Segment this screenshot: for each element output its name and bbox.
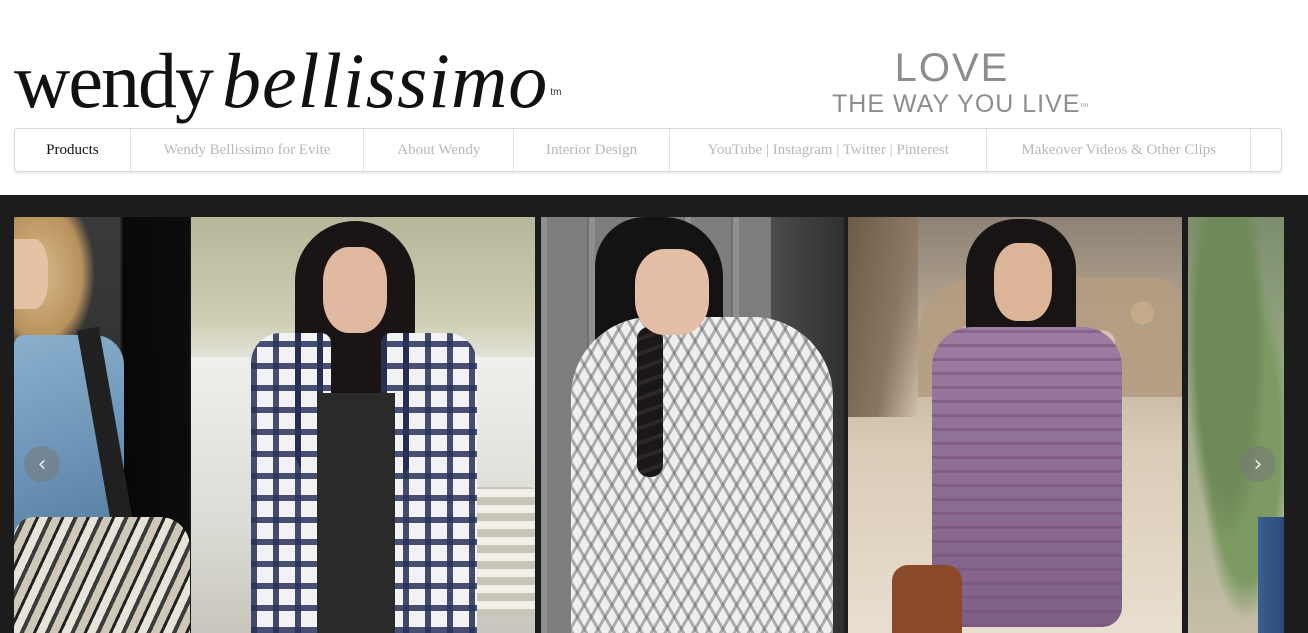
- carousel-slide-4[interactable]: [848, 217, 1182, 633]
- slide-graphic: [381, 333, 477, 633]
- carousel-slide-2[interactable]: [191, 217, 535, 633]
- nav-item-interior-design[interactable]: Interior Design: [514, 129, 670, 171]
- nav-item-makeover-videos[interactable]: Makeover Videos & Other Clips: [987, 129, 1252, 171]
- carousel-prev-button[interactable]: ‹: [24, 446, 60, 482]
- nav-item-evite[interactable]: Wendy Bellissimo for Evite: [131, 129, 365, 171]
- slide-graphic: [635, 249, 709, 335]
- tagline-line-1: LOVE: [894, 46, 1010, 90]
- carousel-slide-5[interactable]: [1188, 217, 1284, 633]
- logo-text-wendy: wendy: [14, 37, 214, 124]
- carousel-slide-3[interactable]: [541, 217, 844, 633]
- slide-graphic: [892, 565, 962, 633]
- slide-graphic: [637, 327, 663, 477]
- slide-graphic: [323, 247, 387, 333]
- slide-graphic: [1258, 517, 1284, 633]
- slide-graphic: [571, 317, 833, 633]
- slide-graphic: [317, 393, 395, 633]
- carousel-slide-1[interactable]: [14, 217, 190, 633]
- nav-item-about-wendy[interactable]: About Wendy: [364, 129, 515, 171]
- chevron-left-icon: ‹: [37, 451, 47, 477]
- nav-item-social[interactable]: YouTube | Instagram | Twitter | Pinteres…: [670, 129, 988, 171]
- image-carousel: ‹ ›: [0, 195, 1308, 633]
- slide-graphic: [848, 217, 918, 417]
- main-nav: Products Wendy Bellissimo for Evite Abou…: [14, 128, 1282, 172]
- logo-text-bellissimo: bellissimo: [221, 37, 549, 124]
- carousel-strip: [14, 217, 1284, 633]
- brand-logo[interactable]: wendy bellissimo tm: [14, 36, 561, 126]
- carousel-next-button[interactable]: ›: [1240, 446, 1276, 482]
- chevron-right-icon: ›: [1253, 451, 1263, 477]
- slide-graphic: [994, 243, 1052, 321]
- tagline-trademark: tm: [1080, 103, 1090, 109]
- slide-graphic: [14, 517, 190, 633]
- logo-trademark: tm: [550, 87, 562, 98]
- tagline-line-2-text: THE WAY YOU LIVE: [832, 90, 1081, 118]
- nav-item-products[interactable]: Products: [15, 129, 131, 171]
- tagline: LOVE THE WAY YOU LIVEtm: [832, 46, 1088, 118]
- site-header: wendy bellissimo tm LOVE THE WAY YOU LIVEt…: [0, 0, 1308, 195]
- tagline-line-2: THE WAY YOU LIVEtm: [832, 90, 1088, 118]
- slide-graphic: [14, 239, 48, 309]
